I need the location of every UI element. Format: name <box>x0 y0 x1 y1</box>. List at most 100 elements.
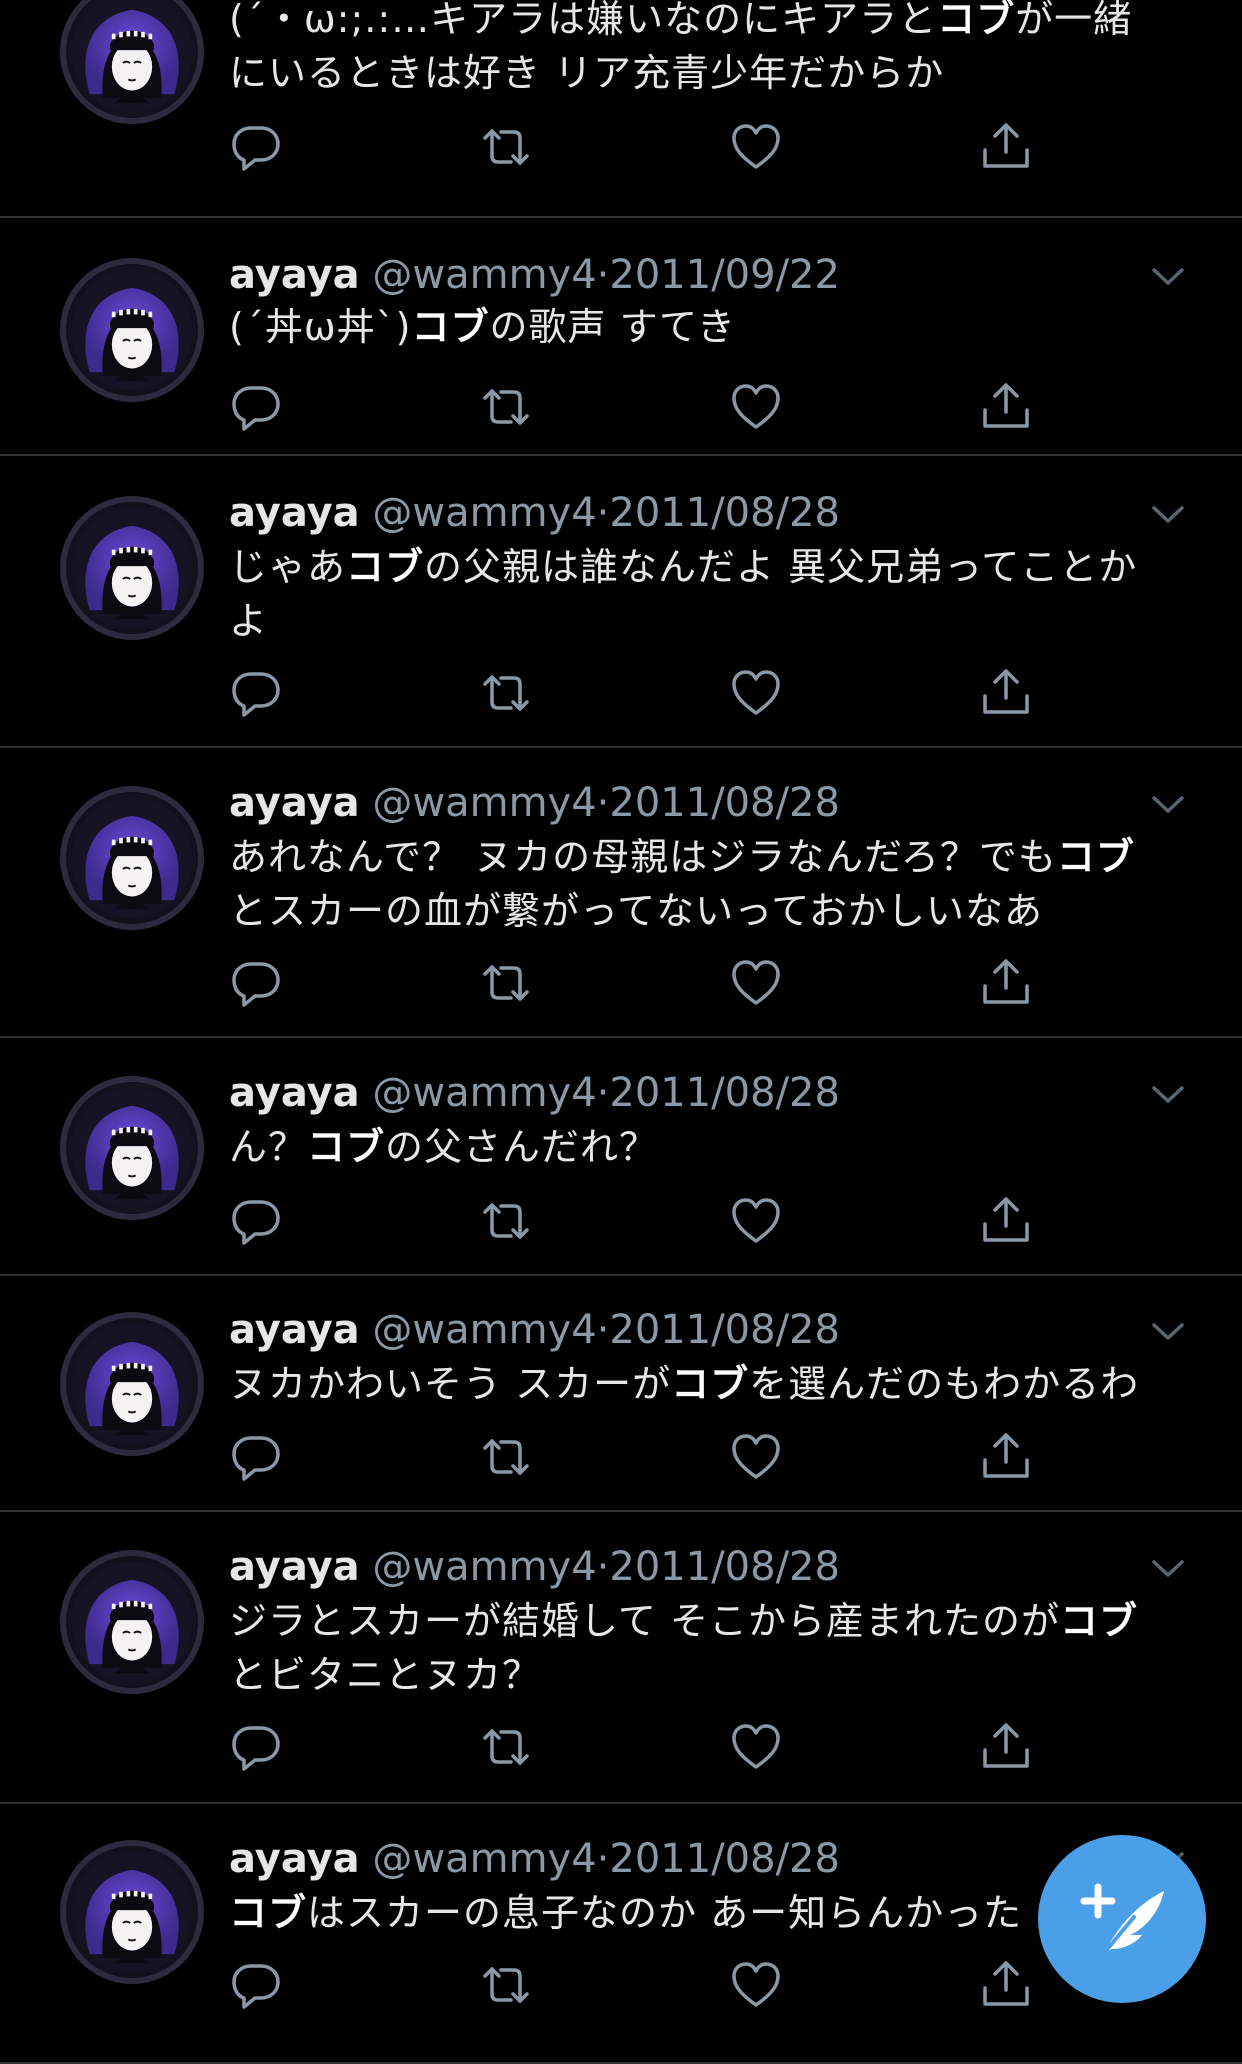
compose-feather-icon <box>1080 1883 1164 1955</box>
avatar[interactable] <box>60 786 204 930</box>
avatar[interactable] <box>60 496 204 640</box>
reply-button[interactable] <box>229 956 283 1010</box>
retweet-icon <box>483 1439 529 1475</box>
compose-tweet-button[interactable] <box>1038 1835 1206 2003</box>
like-heart-icon <box>732 1962 780 2007</box>
tweet-date[interactable]: 2011/08/28 <box>609 780 840 826</box>
user-handle[interactable]: @wammy4 <box>372 1307 596 1353</box>
retweet-button[interactable] <box>479 1430 533 1484</box>
tweet-date[interactable]: 2011/08/28 <box>609 1307 840 1353</box>
avatar[interactable] <box>60 1840 204 1984</box>
highlighted-search-term: コブ <box>229 1891 308 1935</box>
share-button[interactable] <box>979 120 1033 174</box>
display-name[interactable]: ayaya <box>229 1307 360 1353</box>
reply-button[interactable] <box>229 380 283 434</box>
tweet-menu-button[interactable] <box>1148 494 1188 534</box>
tweet-date[interactable]: 2011/08/28 <box>609 1070 840 1116</box>
tweet-text: コブはスカーの息子なのか あー知らんかった <box>229 1886 1169 1940</box>
tweet-date[interactable]: 2011/08/28 <box>609 1544 840 1590</box>
tweet[interactable]: ayaya @wammy4·2011/08/28 ヌカかわいそう スカーがコブを… <box>0 1276 1242 1512</box>
chevron-down-icon <box>1152 268 1184 285</box>
highlighted-search-term: コブ <box>1059 1599 1138 1643</box>
tweet-date[interactable]: 2011/08/28 <box>609 490 840 536</box>
like-button[interactable] <box>729 956 783 1010</box>
tweet[interactable]: (´・ω:;.:…キアラは嫌いなのにキアラとコブが一緒にいるときは好き リア充青… <box>0 0 1242 218</box>
display-name[interactable]: ayaya <box>229 780 360 826</box>
retweet-button[interactable] <box>479 120 533 174</box>
like-button[interactable] <box>729 1430 783 1484</box>
display-name[interactable]: ayaya <box>229 1544 360 1590</box>
chevron-down-icon <box>1152 1086 1184 1103</box>
tweet-actions <box>229 956 1049 1016</box>
share-button[interactable] <box>979 1958 1033 2012</box>
user-handle[interactable]: @wammy4 <box>372 1544 596 1590</box>
tweet-actions <box>229 1194 1049 1254</box>
like-button[interactable] <box>729 120 783 174</box>
retweet-icon <box>483 1729 529 1765</box>
tweet-menu-button[interactable] <box>1148 784 1188 824</box>
tweet-text: じゃあコブの父親は誰なんだよ 異父兄弟ってことかよ <box>229 540 1169 648</box>
user-handle[interactable]: @wammy4 <box>372 780 596 826</box>
tweet-text-fragment: とスカーの血が繋がってないっておかしいなあ <box>229 889 1044 933</box>
header-separator: · <box>596 780 610 826</box>
share-button[interactable] <box>979 666 1033 720</box>
tweet-menu-button[interactable] <box>1148 256 1188 296</box>
tweet-menu-button[interactable] <box>1148 1074 1188 1114</box>
tweet-text-fragment: ん？ <box>229 1125 308 1169</box>
retweet-button[interactable] <box>479 1194 533 1248</box>
retweet-button[interactable] <box>479 380 533 434</box>
user-handle[interactable]: @wammy4 <box>372 252 596 298</box>
share-button[interactable] <box>979 380 1033 434</box>
tweet-actions <box>229 1720 1049 1780</box>
display-name[interactable]: ayaya <box>229 1070 360 1116</box>
tweet[interactable]: ayaya @wammy4·2011/08/28 ジラとスカーが結婚して そこか… <box>0 1512 1242 1804</box>
retweet-button[interactable] <box>479 1720 533 1774</box>
tweet-text-fragment: を選んだのもわかるわ <box>749 1362 1140 1406</box>
tweet-actions <box>229 1958 1049 2018</box>
reply-button[interactable] <box>229 1958 283 2012</box>
reply-button[interactable] <box>229 120 283 174</box>
share-button[interactable] <box>979 956 1033 1010</box>
share-button[interactable] <box>979 1430 1033 1484</box>
avatar[interactable] <box>60 1312 204 1456</box>
tweet[interactable]: ayaya @wammy4·2011/08/28 ん？コブの父さんだれ？ <box>0 1038 1242 1276</box>
display-name[interactable]: ayaya <box>229 490 360 536</box>
avatar[interactable] <box>60 1550 204 1694</box>
reply-button[interactable] <box>229 1194 283 1248</box>
display-name[interactable]: ayaya <box>229 1836 360 1882</box>
tweet-date[interactable]: 2011/08/28 <box>609 1836 840 1882</box>
tweet[interactable]: ayaya @wammy4·2011/08/28 じゃあコブの父親は誰なんだよ … <box>0 456 1242 748</box>
retweet-button[interactable] <box>479 956 533 1010</box>
reply-icon <box>232 1726 280 1771</box>
like-button[interactable] <box>729 380 783 434</box>
user-handle[interactable]: @wammy4 <box>372 1070 596 1116</box>
reply-button[interactable] <box>229 666 283 720</box>
like-button[interactable] <box>729 666 783 720</box>
reply-icon <box>232 962 280 1007</box>
tweet[interactable]: ayaya @wammy4·2011/08/28 あれなんで？ ヌカの母親はジラ… <box>0 748 1242 1038</box>
tweet-text-fragment: ヌカかわいそう スカーが <box>229 1362 672 1406</box>
like-button[interactable] <box>729 1720 783 1774</box>
share-button[interactable] <box>979 1194 1033 1248</box>
reply-button[interactable] <box>229 1430 283 1484</box>
share-button[interactable] <box>979 1720 1033 1774</box>
user-handle[interactable]: @wammy4 <box>372 490 596 536</box>
tweet-menu-button[interactable] <box>1148 1548 1188 1588</box>
user-handle[interactable]: @wammy4 <box>372 1836 596 1882</box>
avatar[interactable] <box>60 1076 204 1220</box>
avatar[interactable] <box>60 258 204 402</box>
display-name[interactable]: ayaya <box>229 252 360 298</box>
tweet-text: ヌカかわいそう スカーがコブを選んだのもわかるわ <box>229 1357 1169 1411</box>
like-button[interactable] <box>729 1958 783 2012</box>
header-separator: · <box>596 1544 610 1590</box>
avatar-illustration <box>71 269 193 391</box>
like-button[interactable] <box>729 1194 783 1248</box>
retweet-button[interactable] <box>479 666 533 720</box>
tweet-menu-button[interactable] <box>1148 1311 1188 1351</box>
like-heart-icon <box>732 1434 780 1479</box>
tweet[interactable]: ayaya @wammy4·2011/09/22 (´丼ω丼`)コブの歌声 すて… <box>0 218 1242 456</box>
tweet-date[interactable]: 2011/09/22 <box>609 252 840 298</box>
avatar[interactable] <box>60 0 204 124</box>
reply-button[interactable] <box>229 1720 283 1774</box>
retweet-button[interactable] <box>479 1958 533 2012</box>
